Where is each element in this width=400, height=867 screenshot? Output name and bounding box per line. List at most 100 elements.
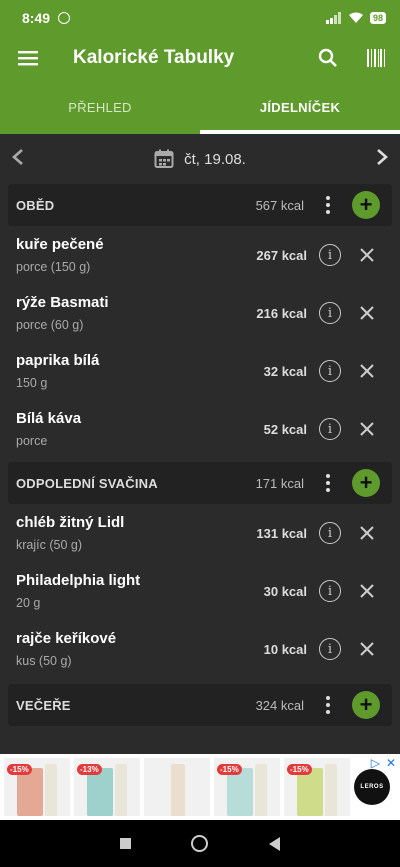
food-name: rýže Basmati xyxy=(16,294,109,311)
hamburger-icon xyxy=(18,51,38,66)
remove-button[interactable] xyxy=(356,244,378,266)
info-button[interactable]: i xyxy=(319,580,341,602)
remove-button[interactable] xyxy=(356,522,378,544)
food-kcal: 267 kcal xyxy=(256,247,307,263)
ad-product[interactable]: -15% xyxy=(214,758,280,816)
chevron-left-icon xyxy=(12,148,23,165)
close-icon xyxy=(360,584,374,598)
food-name: Bílá káva xyxy=(16,410,82,427)
food-item[interactable]: kuře pečené porce (150 g) 267 kcal i xyxy=(0,226,400,284)
discount-badge: -15% xyxy=(217,764,242,775)
next-day-button[interactable] xyxy=(374,147,390,172)
food-kcal: 131 kcal xyxy=(256,525,307,541)
close-icon xyxy=(360,248,374,262)
ad-banner[interactable]: -15% -13% -15% -15% LEROS ▷ ✕ xyxy=(0,754,400,820)
remove-button[interactable] xyxy=(356,302,378,324)
food-portion: krajíc (50 g) xyxy=(16,538,82,552)
food-portion: porce (150 g) xyxy=(16,260,91,274)
tab-jidelnicek[interactable]: JÍDELNÍČEK xyxy=(200,80,400,134)
plus-icon: + xyxy=(359,470,373,495)
date-picker[interactable]: čt, 19.08. xyxy=(154,149,246,169)
food-portion: 150 g xyxy=(16,376,48,390)
meal-kcal: 567 kcal xyxy=(255,197,304,213)
remove-button[interactable] xyxy=(356,360,378,382)
menu-button[interactable] xyxy=(0,36,56,80)
tab-prehled[interactable]: PŘEHLED xyxy=(0,80,200,134)
info-button[interactable]: i xyxy=(319,302,341,324)
info-button[interactable]: i xyxy=(319,522,341,544)
plus-icon: + xyxy=(359,692,373,717)
search-button[interactable] xyxy=(304,36,352,80)
alarm-icon xyxy=(58,12,71,24)
food-item[interactable]: Bílá káva porce 52 kcal i xyxy=(0,400,400,458)
info-button[interactable]: i xyxy=(319,418,341,440)
close-icon xyxy=(360,306,374,320)
status-time: 8:49 xyxy=(22,10,51,26)
battery-icon: 98 xyxy=(369,12,386,24)
tab-bar: PŘEHLED JÍDELNÍČEK xyxy=(0,80,400,134)
food-item[interactable]: paprika bílá 150 g 32 kcal i xyxy=(0,342,400,400)
system-nav-bar xyxy=(0,820,400,867)
food-portion: porce (60 g) xyxy=(16,318,84,332)
food-name: rajče keříkové xyxy=(16,630,117,647)
ad-product[interactable]: -15% xyxy=(284,758,350,816)
food-kcal: 10 kcal xyxy=(263,641,307,657)
remove-button[interactable] xyxy=(356,580,378,602)
info-button[interactable]: i xyxy=(319,360,341,382)
barcode-button[interactable] xyxy=(352,36,400,80)
back-button[interactable] xyxy=(268,836,280,851)
info-icon: i xyxy=(327,305,333,321)
brand-logo[interactable]: LEROS xyxy=(354,769,390,805)
food-name: kuře pečené xyxy=(16,236,104,253)
discount-badge: -15% xyxy=(7,764,32,775)
more-dots-icon xyxy=(326,474,330,478)
info-button[interactable]: i xyxy=(319,638,341,660)
more-options-button[interactable] xyxy=(316,196,340,214)
food-item[interactable]: Philadelphia light 20 g 30 kcal i xyxy=(0,562,400,620)
info-icon: i xyxy=(327,525,333,541)
close-icon xyxy=(360,422,374,436)
remove-button[interactable] xyxy=(356,638,378,660)
close-ad-icon[interactable]: ✕ xyxy=(386,756,396,770)
more-options-button[interactable] xyxy=(316,696,340,714)
food-kcal: 32 kcal xyxy=(263,363,307,379)
food-item[interactable]: rajče keříkové kus (50 g) 10 kcal i xyxy=(0,620,400,678)
food-name: chléb žitný Lidl xyxy=(16,514,125,531)
food-item[interactable]: rýže Basmati porce (60 g) 216 kcal i xyxy=(0,284,400,342)
food-portion: porce xyxy=(16,434,48,448)
meal-section-header: ODPOLEDNÍ SVAČINA 171 kcal + xyxy=(8,462,392,504)
food-portion: kus (50 g) xyxy=(16,654,72,668)
info-icon: i xyxy=(327,363,333,379)
app-bar: Kalorické Tabulky xyxy=(0,36,400,80)
previous-day-button[interactable] xyxy=(10,147,26,172)
adchoices-icon[interactable]: ▷ xyxy=(371,756,380,770)
recents-button[interactable] xyxy=(120,838,132,849)
wifi-icon xyxy=(348,12,363,23)
calendar-icon xyxy=(154,149,174,168)
info-button[interactable]: i xyxy=(319,244,341,266)
meal-list[interactable]: OBĚD 567 kcal + kuře pečené porce (150 g)… xyxy=(0,184,400,754)
remove-button[interactable] xyxy=(356,418,378,440)
food-kcal: 216 kcal xyxy=(256,305,307,321)
food-name: paprika bílá xyxy=(16,352,100,369)
add-food-button[interactable]: + xyxy=(352,191,380,219)
ad-product[interactable]: -15% xyxy=(4,758,70,816)
ad-product[interactable] xyxy=(144,758,210,816)
food-kcal: 52 kcal xyxy=(263,421,307,437)
more-options-button[interactable] xyxy=(316,474,340,492)
discount-badge: -15% xyxy=(287,764,312,775)
meal-kcal: 324 kcal xyxy=(255,697,304,713)
add-food-button[interactable]: + xyxy=(352,691,380,719)
status-bar: 8:49 98 xyxy=(0,0,400,36)
add-food-button[interactable]: + xyxy=(352,469,380,497)
close-icon xyxy=(360,526,374,540)
food-name: Philadelphia light xyxy=(16,572,141,589)
ad-product[interactable]: -13% xyxy=(74,758,140,816)
home-button[interactable] xyxy=(191,835,209,852)
food-item[interactable]: chléb žitný Lidl krajíc (50 g) 131 kcal i xyxy=(0,504,400,562)
info-icon: i xyxy=(327,247,333,263)
info-icon: i xyxy=(327,641,333,657)
meal-name: VEČEŘE xyxy=(16,697,71,713)
meal-name: ODPOLEDNÍ SVAČINA xyxy=(16,475,158,491)
signal-icon xyxy=(325,12,341,24)
